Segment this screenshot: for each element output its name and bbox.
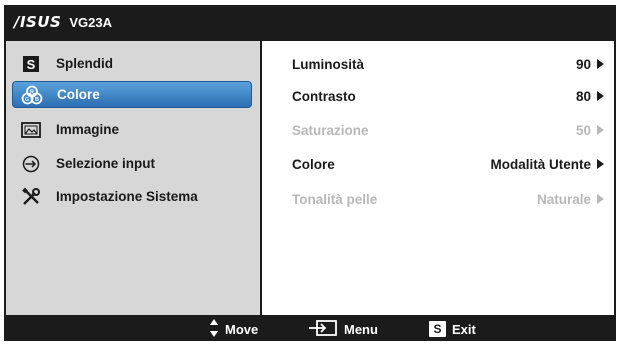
input-select-icon <box>20 153 42 175</box>
brand-logo: /ISUS VG23A <box>14 13 112 31</box>
menu-item-impostazione-sistema[interactable]: Impostazione Sistema <box>12 183 252 210</box>
setting-value: Modalità Utente <box>490 156 591 172</box>
key-hints-bar: Move Menu S Exit <box>4 317 616 341</box>
hint-exit: S Exit <box>429 317 476 341</box>
setting-saturazione: Saturazione 50 <box>292 120 610 140</box>
setting-tonalita-pelle: Tonalità pelle Naturale <box>292 189 610 209</box>
menu-item-label: Selezione input <box>56 156 156 171</box>
picture-icon <box>20 119 42 141</box>
setting-label: Saturazione <box>292 122 369 138</box>
svg-text:R: R <box>30 89 34 95</box>
color-circles-icon: R G B <box>21 84 43 106</box>
hint-menu-label: Menu <box>344 321 378 337</box>
move-updown-icon <box>209 318 219 341</box>
arrow-right-icon <box>597 194 604 204</box>
menu-item-selezione-input[interactable]: Selezione input <box>12 150 252 177</box>
svg-text:S: S <box>27 57 36 72</box>
arrow-right-icon <box>597 91 604 101</box>
menu-item-label: Impostazione Sistema <box>56 189 198 204</box>
settings-panel: Luminosità 90 Contrasto 80 Saturazione 5… <box>262 41 614 315</box>
setting-value: 90 <box>575 56 591 72</box>
setting-value: 80 <box>575 88 591 104</box>
setting-label: Tonalità pelle <box>292 191 378 207</box>
setting-label: Colore <box>292 156 335 172</box>
menu-item-label: Immagine <box>56 122 120 137</box>
enter-key-icon <box>308 319 338 340</box>
setting-colore[interactable]: Colore Modalità Utente <box>292 154 610 174</box>
setting-label: Contrasto <box>292 88 356 104</box>
splendid-s-icon: S <box>20 53 42 75</box>
menu-item-label: Colore <box>57 87 100 102</box>
hint-move-label: Move <box>225 321 259 337</box>
svg-text:G: G <box>25 97 29 103</box>
setting-label: Luminosità <box>292 56 365 72</box>
menu-item-label: Splendid <box>56 56 113 71</box>
splendid-key-icon: S <box>429 321 446 337</box>
menu-item-immagine[interactable]: Immagine <box>12 116 252 143</box>
asus-logo: /ISUS <box>14 13 62 31</box>
model-name: VG23A <box>69 14 112 30</box>
osd-window: /ISUS VG23A S Splendid R G B Colore Imma… <box>4 5 616 341</box>
tools-icon <box>20 186 42 208</box>
setting-value: Naturale <box>536 191 591 207</box>
svg-text:B: B <box>35 97 39 103</box>
setting-contrasto[interactable]: Contrasto 80 <box>292 86 610 106</box>
hint-exit-label: Exit <box>452 321 476 337</box>
menu-item-colore[interactable]: R G B Colore <box>12 81 252 108</box>
menu-item-splendid[interactable]: S Splendid <box>12 50 252 77</box>
hint-menu: Menu <box>308 317 378 341</box>
arrow-right-icon <box>597 159 604 169</box>
setting-value: 50 <box>575 122 591 138</box>
hint-move: Move <box>209 317 258 341</box>
main-menu: S Splendid R G B Colore Immagine Selezio… <box>6 41 260 315</box>
setting-luminosita[interactable]: Luminosità 90 <box>292 54 610 74</box>
arrow-right-icon <box>597 125 604 135</box>
osd-header: /ISUS VG23A <box>4 5 616 39</box>
arrow-right-icon <box>597 59 604 69</box>
